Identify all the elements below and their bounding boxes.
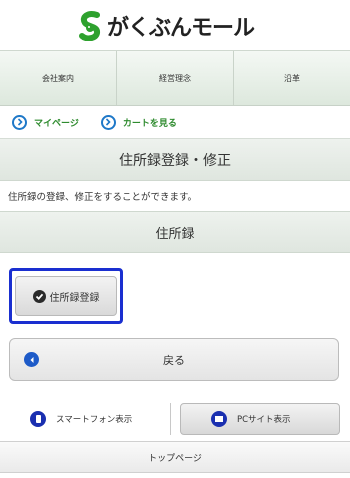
global-nav: 会社案内 経営理念 沿革 — [0, 50, 350, 106]
pc-view-label: PCサイト表示 — [237, 415, 291, 425]
mypage-link-label: マイページ — [34, 118, 79, 129]
cart-link-label: カートを見る — [122, 118, 177, 129]
back-button-label: 戻る — [163, 353, 185, 367]
check-icon — [32, 289, 46, 303]
register-address-label: 住所録登録 — [49, 292, 100, 304]
sub-nav: マイページ カートを見る — [0, 106, 350, 139]
logo-text: がくぶんモール — [107, 16, 255, 41]
mypage-link[interactable]: マイページ — [12, 114, 79, 130]
register-button-focus: 住所録登録 — [9, 268, 123, 324]
section-title: 住所録 — [0, 211, 350, 253]
back-button[interactable]: 戻る — [9, 338, 339, 381]
site-header: がくぶんモール — [0, 0, 350, 50]
site-logo[interactable]: がくぶんモール — [78, 8, 255, 44]
page-description: 住所録の登録、修正をすることができます。 — [8, 192, 198, 203]
top-page-link[interactable]: トップページ — [0, 441, 350, 473]
smartphone-view-button[interactable]: スマートフォン表示 — [0, 403, 170, 435]
monitor-icon — [211, 411, 227, 427]
cart-link[interactable]: カートを見る — [100, 114, 177, 130]
pc-view-button[interactable]: PCサイト表示 — [180, 403, 340, 435]
register-address-button[interactable]: 住所録登録 — [15, 276, 117, 316]
gnav-item-philosophy[interactable]: 経営理念 — [117, 51, 234, 105]
smartphone-icon — [30, 411, 46, 427]
divider — [170, 403, 171, 435]
chevron-right-icon — [12, 114, 27, 130]
gnav-item-company[interactable]: 会社案内 — [0, 51, 117, 105]
device-switch: スマートフォン表示 PCサイト表示 — [0, 398, 350, 440]
gnav-item-history[interactable]: 沿革 — [234, 51, 350, 105]
page-title: 住所録登録・修正 — [0, 139, 350, 181]
smartphone-view-label: スマートフォン表示 — [56, 415, 133, 425]
chevron-right-icon — [100, 114, 116, 130]
logo-mark-icon — [78, 11, 104, 42]
